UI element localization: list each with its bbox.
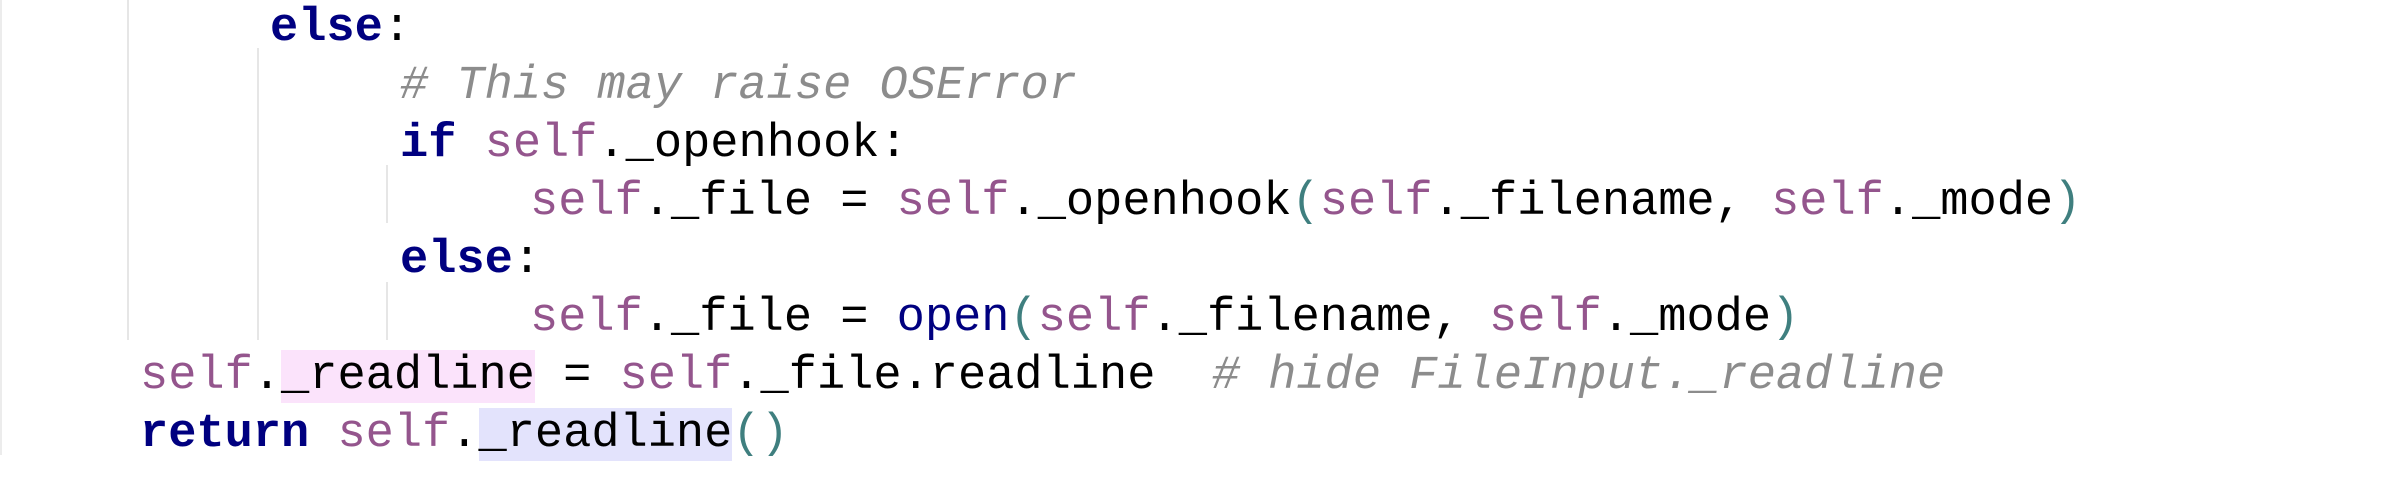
self-token: self	[619, 350, 733, 403]
colon: :	[382, 2, 412, 55]
open-paren: (	[1009, 292, 1038, 345]
highlighted-attribute-read: _readline	[478, 408, 733, 461]
code-line-8[interactable]: return self._readline()	[0, 406, 789, 464]
keyword-return: return	[140, 408, 310, 461]
attribute-token: ._filename,	[1150, 292, 1490, 345]
comment-text: # This may raise OSError	[400, 60, 1077, 113]
code-line-6[interactable]: self._file = open(self._filename, self._…	[0, 290, 1799, 348]
code-line-5[interactable]: else:	[0, 232, 541, 290]
attribute-token: ._file.readline	[732, 350, 1156, 403]
code-line-3[interactable]: if self._openhook:	[0, 116, 908, 174]
highlighted-attribute-write: _readline	[281, 350, 535, 403]
close-paren: )	[2053, 176, 2082, 229]
self-token: self	[896, 176, 1010, 229]
attribute-token: ._openhook	[597, 118, 880, 171]
builtin-open: open	[896, 292, 1010, 345]
self-token: self	[1489, 292, 1602, 345]
code-line-1[interactable]: else:	[0, 0, 411, 58]
code-line-4[interactable]: self._file = self._openhook(self._filena…	[0, 174, 2081, 232]
attribute-token: ._filename,	[1432, 176, 1772, 229]
self-token: self	[1319, 176, 1433, 229]
code-line-2[interactable]: # This may raise OSError	[0, 58, 1077, 116]
comment-text: # hide FileInput._readline	[1211, 350, 1946, 403]
self-token: self	[530, 292, 643, 345]
code-line-7[interactable]: self._readline = self._file.readline # h…	[0, 348, 1945, 406]
attribute-token: ._file =	[642, 292, 897, 345]
colon: :	[512, 234, 542, 287]
call-parens: ()	[732, 408, 789, 461]
self-token: self	[337, 408, 451, 461]
spacing	[1155, 350, 1211, 403]
close-paren: )	[1771, 292, 1800, 345]
attribute-token: ._mode	[1601, 292, 1772, 345]
spacing	[309, 408, 337, 461]
assign-operator: =	[534, 350, 620, 403]
self-token: self	[1037, 292, 1151, 345]
attribute-token: ._mode	[1883, 176, 2054, 229]
colon: :	[879, 118, 908, 171]
keyword-else: else	[270, 2, 383, 55]
self-token: self	[530, 176, 643, 229]
self-token: self	[140, 350, 253, 403]
keyword-else: else	[400, 234, 513, 287]
self-token: self	[484, 118, 598, 171]
keyword-if: if	[400, 118, 457, 171]
dot: .	[252, 350, 282, 403]
attribute-token: ._openhook	[1009, 176, 1292, 229]
code-editor[interactable]: else: # This may raise OSError if self._…	[0, 0, 2405, 483]
self-token: self	[1771, 176, 1884, 229]
dot: .	[450, 408, 479, 461]
attribute-token: ._file =	[642, 176, 897, 229]
open-paren: (	[1291, 176, 1320, 229]
